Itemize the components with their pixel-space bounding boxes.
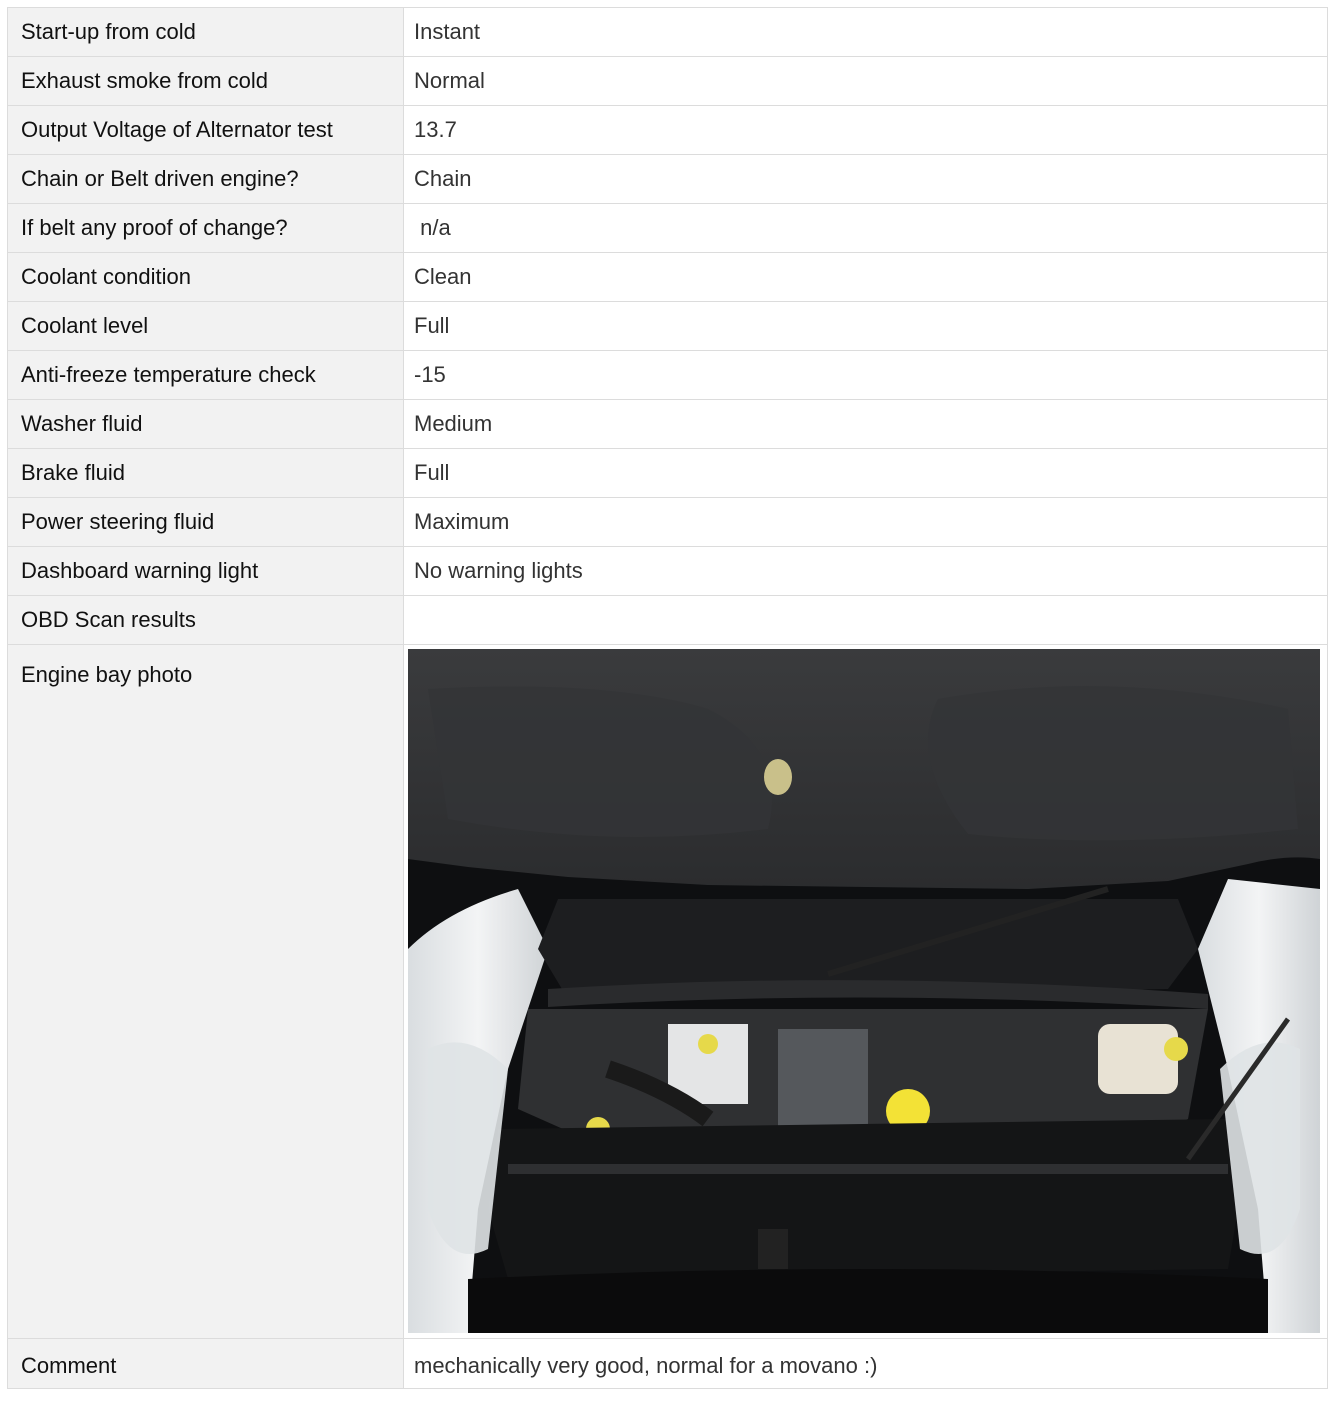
row-value: -15 — [403, 350, 1328, 400]
row-value: Chain — [403, 154, 1328, 204]
hood-spot — [764, 759, 792, 795]
table-row: OBD Scan results — [7, 595, 1328, 645]
table-row: Power steering fluid Maximum — [7, 497, 1328, 547]
table-row: Exhaust smoke from cold Normal — [7, 56, 1328, 106]
row-value: No warning lights — [403, 546, 1328, 596]
row-value: 13.7 — [403, 105, 1328, 155]
coolant-tank — [1098, 1024, 1178, 1094]
inspection-report-table: Start-up from cold Instant Exhaust smoke… — [7, 7, 1328, 1389]
row-value: Maximum — [403, 497, 1328, 547]
row-label: Brake fluid — [7, 448, 404, 498]
row-label: Coolant level — [7, 301, 404, 351]
table-row: Brake fluid Full — [7, 448, 1328, 498]
slam-panel — [488, 1119, 1238, 1279]
table-row: Dashboard warning light No warning light… — [7, 546, 1328, 596]
row-label: OBD Scan results — [7, 595, 404, 645]
row-label: Start-up from cold — [7, 7, 404, 57]
coolant-cap — [1164, 1037, 1188, 1061]
row-value: Full — [403, 301, 1328, 351]
engine-bay-photo[interactable] — [408, 649, 1320, 1333]
row-label: Exhaust smoke from cold — [7, 56, 404, 106]
engine-bay-illustration — [408, 649, 1320, 1333]
table-row: If belt any proof of change? n/a — [7, 203, 1328, 253]
row-label: If belt any proof of change? — [7, 203, 404, 253]
row-value: Normal — [403, 56, 1328, 106]
photo-cell — [403, 644, 1328, 1339]
hood-panel-right — [928, 686, 1298, 841]
table-row: Coolant level Full — [7, 301, 1328, 351]
row-value: Clean — [403, 252, 1328, 302]
row-label: Power steering fluid — [7, 497, 404, 547]
table-row: Coolant condition Clean — [7, 252, 1328, 302]
row-value — [403, 595, 1328, 645]
row-value: Instant — [403, 7, 1328, 57]
row-label: Output Voltage of Alternator test — [7, 105, 404, 155]
table-row: Washer fluid Medium — [7, 399, 1328, 449]
bonnet-latch — [758, 1229, 788, 1269]
row-value: Medium — [403, 399, 1328, 449]
table-row: Output Voltage of Alternator test 13.7 — [7, 105, 1328, 155]
brake-cap — [698, 1034, 718, 1054]
row-value: Full — [403, 448, 1328, 498]
row-label: Washer fluid — [7, 399, 404, 449]
table-row: Anti-freeze temperature check -15 — [7, 350, 1328, 400]
row-label: Chain or Belt driven engine? — [7, 154, 404, 204]
row-label: Coolant condition — [7, 252, 404, 302]
row-label: Dashboard warning light — [7, 546, 404, 596]
comment-value: mechanically very good, normal for a mov… — [403, 1338, 1328, 1389]
table-row-photo: Engine bay photo — [7, 644, 1328, 1339]
row-label: Engine bay photo — [7, 644, 404, 1339]
table-row-comment: Comment mechanically very good, normal f… — [7, 1338, 1328, 1389]
engine-block — [778, 1029, 868, 1139]
table-row: Chain or Belt driven engine? Chain — [7, 154, 1328, 204]
row-label: Comment — [7, 1338, 404, 1389]
table-row: Start-up from cold Instant — [7, 7, 1328, 57]
grille-area — [468, 1269, 1268, 1333]
row-value: n/a — [403, 203, 1328, 253]
row-label: Anti-freeze temperature check — [7, 350, 404, 400]
